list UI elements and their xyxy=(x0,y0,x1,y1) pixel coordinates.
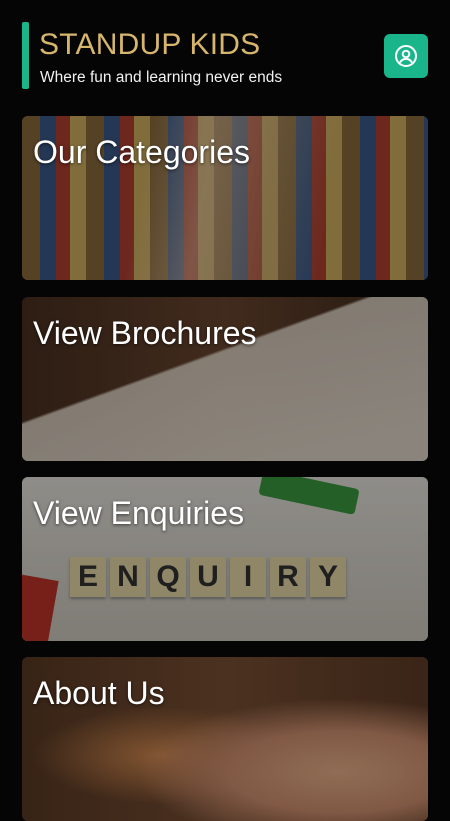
title-accent-bar xyxy=(22,22,29,89)
brochures-card[interactable]: View Brochures xyxy=(22,297,428,461)
about-card[interactable]: About Us xyxy=(22,657,428,821)
enquiries-card[interactable]: E N Q U I R Y View Enquiries xyxy=(22,477,428,641)
categories-card-label: Our Categories xyxy=(33,134,250,170)
profile-button[interactable] xyxy=(384,34,428,78)
enquiries-card-label: View Enquiries xyxy=(33,495,245,531)
brochures-card-label: View Brochures xyxy=(33,315,257,351)
categories-card[interactable]: Our Categories xyxy=(22,116,428,280)
app-subtitle: Where fun and learning never ends xyxy=(40,69,283,86)
about-card-label: About Us xyxy=(33,675,165,711)
app-header: STANDUP KIDS Where fun and learning neve… xyxy=(0,0,450,100)
app-title: STANDUP KIDS xyxy=(39,28,261,61)
user-circle-icon xyxy=(395,45,417,67)
